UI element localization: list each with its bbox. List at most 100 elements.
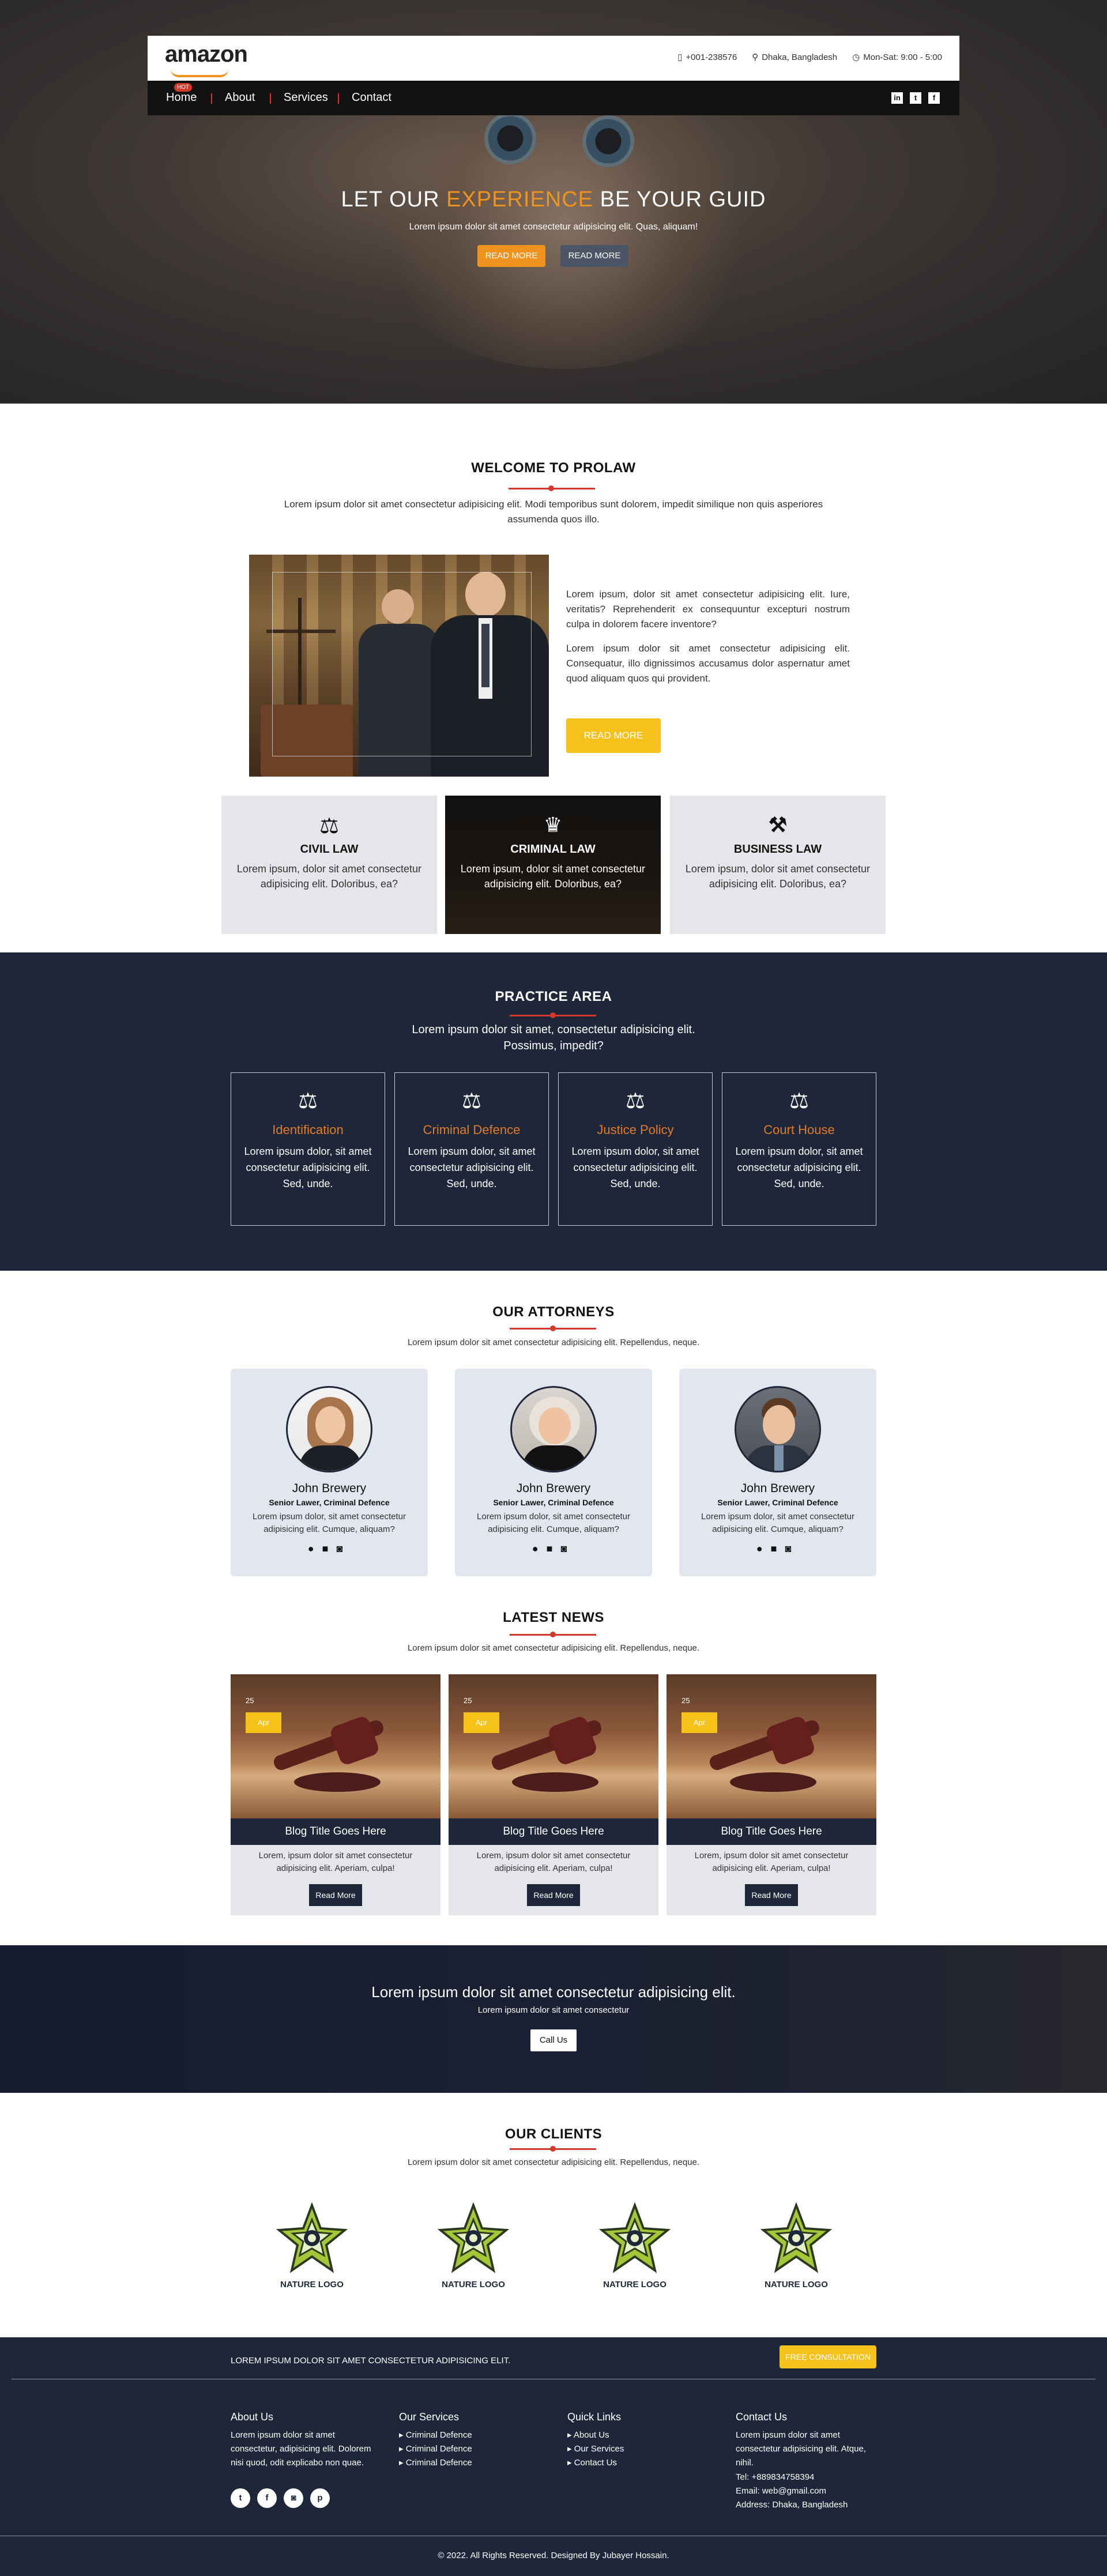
- hot-badge: HOT: [174, 83, 193, 92]
- gavel-photo: [449, 1674, 658, 1818]
- twitter-icon[interactable]: t: [231, 2488, 250, 2508]
- logo-smile: [171, 69, 228, 77]
- read-more-button[interactable]: Read More: [527, 1884, 580, 1906]
- pinterest-icon[interactable]: p: [310, 2488, 330, 2508]
- nav-home[interactable]: Home: [166, 91, 197, 104]
- attorney-bio: Lorem ipsum dolor, sit amet consectetur …: [253, 1512, 406, 1534]
- service-card-business[interactable]: ⚒ BUSINESS LAW Lorem ipsum, dolor sit am…: [670, 796, 886, 934]
- nav-about[interactable]: About: [225, 91, 255, 104]
- read-more-button[interactable]: Read More: [745, 1884, 798, 1906]
- facebook-icon[interactable]: ●: [308, 1543, 322, 1554]
- post-title[interactable]: Blog Title Goes Here: [449, 1818, 658, 1845]
- attorney-card[interactable]: John Brewery Senior Lawer, Criminal Defe…: [455, 1369, 652, 1576]
- nav-services[interactable]: Services: [284, 91, 328, 104]
- client-logo[interactable]: NATURE LOGO: [436, 2202, 511, 2295]
- service-card-criminal[interactable]: ♛ CRIMINAL LAW Lorem ipsum, dolor sit am…: [445, 796, 661, 934]
- attorney-card[interactable]: John Brewery Senior Lawer, Criminal Defe…: [679, 1369, 876, 1576]
- practice-card[interactable]: ⚖ Criminal Defence Lorem ipsum dolor, si…: [394, 1072, 549, 1226]
- phone-number: +001-238576: [686, 52, 737, 62]
- read-more-button[interactable]: Read More: [309, 1884, 362, 1906]
- footer-service-link[interactable]: ▸ Criminal Defence: [399, 2456, 472, 2470]
- attorney-name: John Brewery: [740, 1482, 815, 1495]
- footer-service-link[interactable]: ▸ Criminal Defence: [399, 2428, 472, 2442]
- footer-banner-text: LOREM IPSUM DOLOR SIT AMET CONSECTETUR A…: [231, 2356, 511, 2366]
- title-dot: [550, 2146, 556, 2152]
- practice-card[interactable]: ⚖ Justice Policy Lorem ipsum dolor, sit …: [558, 1072, 713, 1226]
- practice-card-text: Lorem ipsum dolor, sit amet consectetur …: [571, 1146, 699, 1189]
- site-logo[interactable]: amazon: [165, 42, 248, 67]
- hero-read-more-secondary-button[interactable]: READ MORE: [560, 245, 628, 267]
- twitter-icon[interactable]: ■: [322, 1543, 337, 1554]
- post-title[interactable]: Blog Title Goes Here: [667, 1818, 876, 1845]
- main-navbar: HOT Home About Services Contact in t f: [148, 81, 959, 115]
- service-title: CRIMINAL LAW: [510, 843, 596, 856]
- avatar: [735, 1386, 821, 1472]
- attorney-name: John Brewery: [516, 1482, 591, 1495]
- twitter-icon[interactable]: ■: [771, 1543, 785, 1554]
- title-dot: [550, 1325, 556, 1331]
- footer-service-link[interactable]: ▸ Criminal Defence: [399, 2442, 472, 2456]
- hero-section: amazon ▯ +001-238576 ⚲ Dhaka, Bangladesh ◷…: [0, 0, 1107, 404]
- attorney-card[interactable]: John Brewery Senior Lawer, Criminal Defe…: [231, 1369, 428, 1576]
- footer: LOREM IPSUM DOLOR SIT AMET CONSECTETUR A…: [0, 2337, 1107, 2576]
- post-month: Apr: [681, 1712, 717, 1733]
- linkedin-icon[interactable]: in: [891, 92, 903, 104]
- hero-title: LET OUR EXPERIENCE BE YOUR GUID: [341, 187, 766, 212]
- client-logo[interactable]: NATURE LOGO: [759, 2202, 834, 2295]
- free-consultation-button[interactable]: FREE CONSULTATION: [780, 2345, 876, 2368]
- practice-card-text: Lorem ipsum dolor, sit amet consectetur …: [244, 1146, 372, 1189]
- cta-title: Lorem ipsum dolor sit amet consectetur a…: [371, 1983, 736, 2001]
- footer-services-title: Our Services: [399, 2411, 460, 2423]
- facebook-icon[interactable]: f: [257, 2488, 277, 2508]
- practice-card[interactable]: ⚖ Court House Lorem ipsum dolor, sit ame…: [722, 1072, 876, 1226]
- attorney-role: Senior Lawer, Criminal Defence: [493, 1498, 614, 1507]
- attorney-bio: Lorem ipsum dolor, sit amet consectetur …: [477, 1512, 630, 1534]
- facebook-icon[interactable]: ●: [756, 1543, 771, 1554]
- practice-area-section: PRACTICE AREA Lorem ipsum dolor sit amet…: [0, 952, 1107, 1271]
- service-title: BUSINESS LAW: [733, 843, 822, 856]
- top-bar: amazon ▯ +001-238576 ⚲ Dhaka, Bangladesh ◷…: [148, 36, 959, 81]
- call-us-button[interactable]: Call Us: [530, 2029, 577, 2051]
- news-card[interactable]: 25 Apr Blog Title Goes Here Lorem, ipsum…: [667, 1674, 876, 1915]
- practice-card-title: Justice Policy: [597, 1123, 674, 1137]
- hero-subtitle: Lorem ipsum dolor sit amet consectetur a…: [409, 222, 698, 232]
- practice-intro: Lorem ipsum dolor sit amet, consectetur …: [412, 1023, 695, 1052]
- footer-address: Address: Dhaka, Bangladesh: [736, 2500, 848, 2510]
- client-logo[interactable]: NATURE LOGO: [274, 2202, 349, 2295]
- news-card[interactable]: 25 Apr Blog Title Goes Here Lorem, ipsum…: [231, 1674, 440, 1915]
- footer-quick-link-services[interactable]: ▸ Our Services: [567, 2442, 624, 2456]
- attorneys-title: OUR ATTORNEYS: [492, 1304, 615, 1320]
- twitter-icon[interactable]: ■: [547, 1543, 561, 1554]
- twitter-icon[interactable]: t: [910, 92, 921, 104]
- service-card-civil[interactable]: ⚖ CIVIL LAW Lorem ipsum, dolor sit amet …: [221, 796, 437, 934]
- footer-contact-text: Lorem ipsum dolor sit amet consectetur a…: [736, 2430, 866, 2468]
- gavel-icon: ⚒: [768, 813, 788, 837]
- clients-title: OUR CLIENTS: [504, 2126, 603, 2142]
- instagram-icon[interactable]: ◙: [785, 1543, 799, 1554]
- client-logo[interactable]: NATURE LOGO: [597, 2202, 672, 2295]
- instagram-icon[interactable]: ◙: [560, 1543, 575, 1554]
- practice-card[interactable]: ⚖ Identification Lorem ipsum dolor, sit …: [231, 1072, 385, 1226]
- post-title[interactable]: Blog Title Goes Here: [231, 1818, 440, 1845]
- nature-logo-icon: [598, 2202, 671, 2273]
- hero-read-more-button[interactable]: READ MORE: [477, 245, 545, 267]
- clock-icon: ◷: [852, 52, 860, 62]
- footer-quick-link-about[interactable]: ▸ About Us: [567, 2428, 609, 2442]
- post-month: Apr: [464, 1712, 499, 1733]
- nature-logo-icon: [276, 2202, 348, 2273]
- footer-email[interactable]: Email: web@gmail.com: [736, 2486, 826, 2496]
- practice-card-title: Court House: [763, 1123, 835, 1137]
- news-card[interactable]: 25 Apr Blog Title Goes Here Lorem, ipsum…: [449, 1674, 658, 1915]
- facebook-icon[interactable]: f: [928, 92, 940, 104]
- service-title: CIVIL LAW: [300, 843, 359, 856]
- client-logo-label: NATURE LOGO: [442, 2280, 505, 2289]
- post-text: Lorem, ipsum dolor sit amet consectetur …: [476, 1851, 631, 1873]
- instagram-icon[interactable]: ◙: [284, 2488, 303, 2508]
- instagram-icon[interactable]: ◙: [336, 1543, 351, 1554]
- welcome-read-more-button[interactable]: READ MORE: [566, 718, 661, 753]
- location-icon: ⚲: [752, 52, 759, 62]
- footer-quick-link-contact[interactable]: ▸ Contact Us: [567, 2456, 617, 2470]
- nav-contact[interactable]: Contact: [352, 91, 391, 104]
- facebook-icon[interactable]: ●: [532, 1543, 547, 1554]
- footer-quick-title: Quick Links: [567, 2411, 622, 2423]
